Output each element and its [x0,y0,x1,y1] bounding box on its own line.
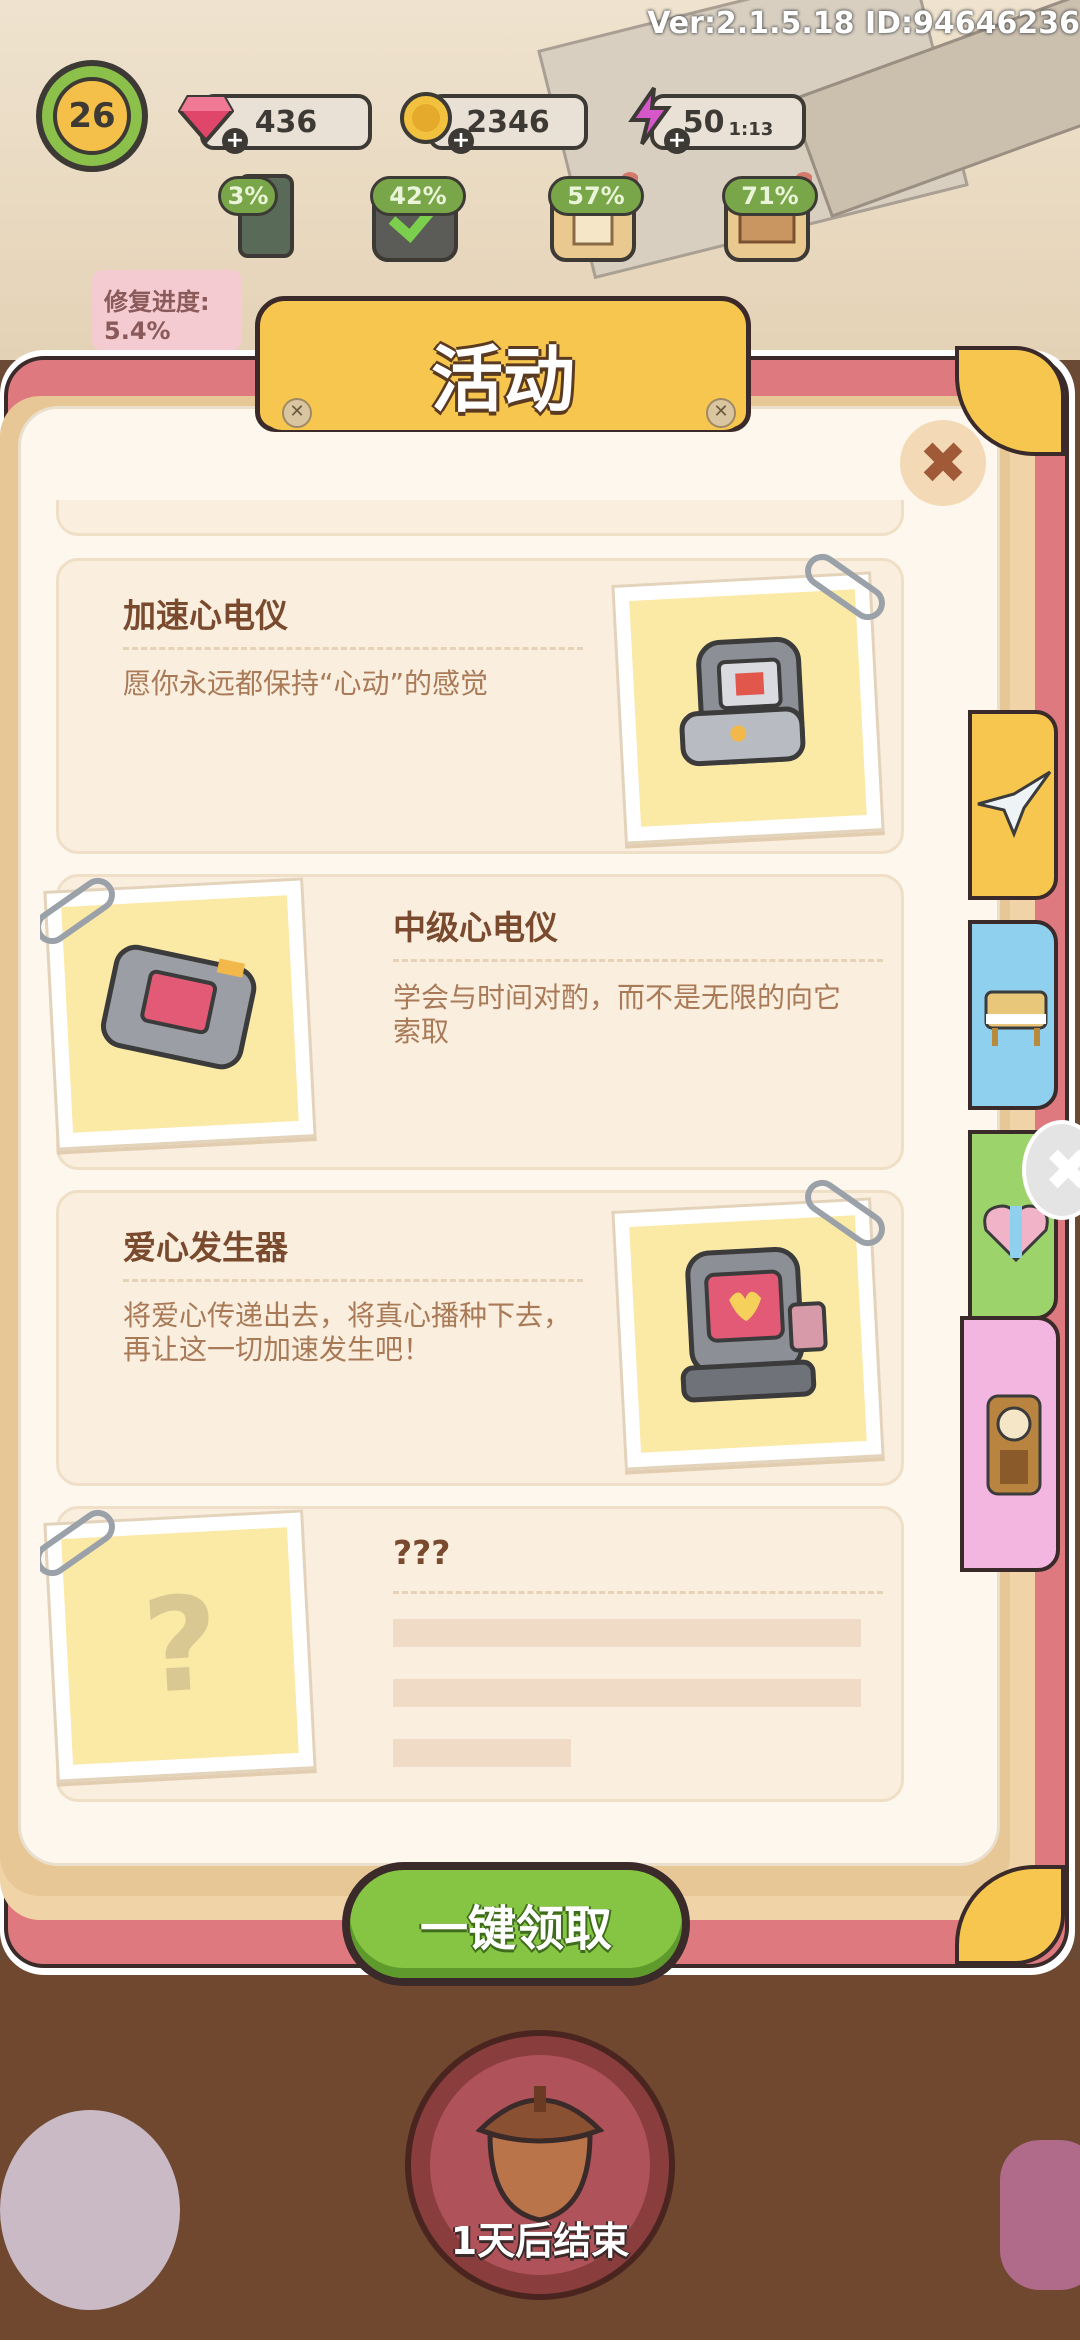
item-description: 愿你永远都保持“心动”的感觉 [123,667,489,700]
divider [123,1279,583,1282]
divider [393,959,883,962]
divider [123,647,583,650]
coin-icon [398,90,454,146]
paper-crane-icon [977,770,1052,839]
close-icon: ✖ [1044,1136,1080,1204]
piano-icon [984,990,1048,1046]
modal-title: 活动 [430,337,575,422]
add-coins-button[interactable]: + [448,128,474,154]
energy-timer: 1:13 [728,118,774,140]
ecg-machine-icon [679,636,806,767]
tab-piano[interactable] [968,920,1058,1110]
ecg-device-icon [100,944,257,1070]
claim-all-button[interactable]: 一键领取 [350,1870,682,1978]
level-number: 26 [53,77,131,155]
chat-bubble-icon[interactable] [0,2110,180,2310]
heart-generator-icon [680,1246,828,1403]
progress-tapestry: 57% [548,176,644,216]
grandfather-clock-icon [986,1394,1042,1496]
placeholder-line [393,1619,861,1647]
tab-grandfather-clock[interactable] [960,1316,1060,1572]
placeholder-line [393,1679,861,1707]
level-badge[interactable]: 26 [36,60,148,172]
progress-checklist: 42% [370,176,466,216]
placeholder-line [393,1739,571,1767]
repair-progress-value: 5.4% [104,317,171,345]
tab-paper-crane[interactable] [968,710,1058,900]
add-gems-button[interactable]: + [222,128,248,154]
divider [393,1591,883,1594]
progress-scroll-book: 71% [722,176,818,216]
event-countdown: 1天后结束 [450,2219,630,2263]
item-title: ??? [393,1533,451,1572]
activity-list[interactable]: 加速心电仪 愿你永远都保持“心动”的感觉 中级心电仪 学会与时间对酌，而不是无限… [40,500,920,1815]
repair-progress-panel: 修复进度: 5.4% [92,270,242,350]
add-energy-button[interactable]: + [664,128,690,154]
close-button[interactable]: ✖ [900,420,986,506]
close-icon: ✖ [918,429,968,497]
acorn-icon [475,2086,605,2223]
progress-film: 3% [218,176,278,216]
list-item [56,500,904,536]
item-title: 爱心发生器 [123,1228,288,1267]
repair-progress-label: 修复进度: [104,288,210,316]
energy-value: 50 [682,104,725,140]
item-photo [611,1197,885,1471]
item-description: 学会与时间对酌，而不是无限的向它索取 [393,981,842,1048]
puzzle-piece-icon[interactable] [1000,2140,1080,2290]
item-title: 中级心电仪 [393,908,558,947]
item-description: 将爱心传递出去，将真心播种下去，再让这一切加速发生吧！ [123,1299,572,1366]
question-mark-icon: ? [139,1567,223,1723]
item-photo [611,571,885,845]
version-label: Ver:2.1.5.18 ID:94646236 [647,6,1080,41]
item-title: 加速心电仪 [123,596,288,635]
